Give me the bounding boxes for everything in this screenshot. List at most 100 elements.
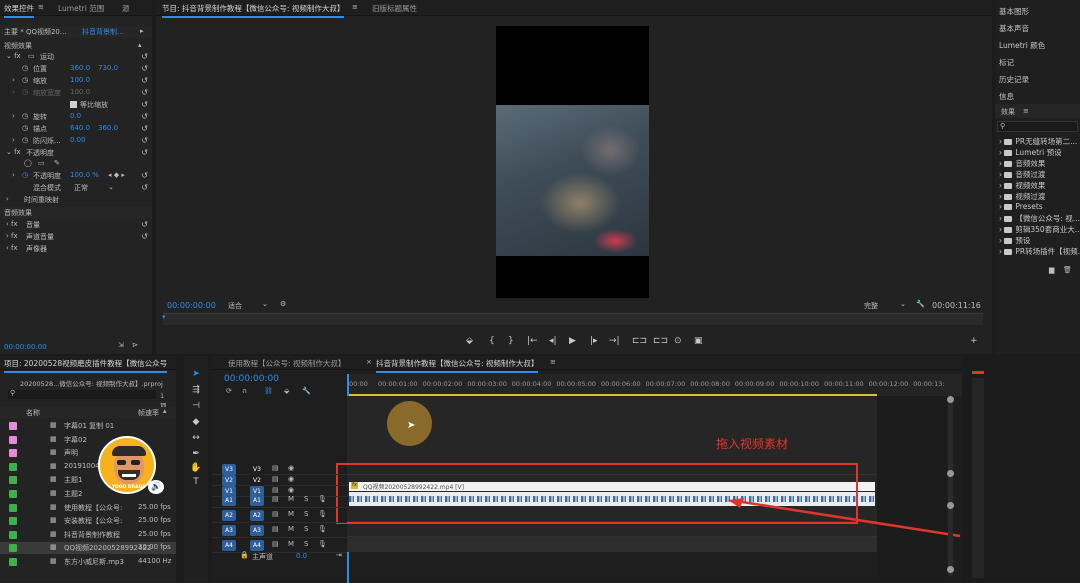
tab-sequence-douyin[interactable]: 抖音背景制作教程【微信公众号: 视频制作大叔】 [376,358,539,373]
pen-tool-icon[interactable]: ✒ [190,448,202,460]
step-back-icon[interactable]: ◂| [549,336,557,346]
menu-lumetri-color[interactable]: Lumetri 颜色 [999,40,1045,51]
project-search-input[interactable]: ⚲ [8,389,156,399]
microphone-icon[interactable]: 🎙 [318,540,327,548]
tab-source[interactable]: 源 [122,3,130,14]
menu-essential-sound[interactable]: 基本声音 [999,23,1029,34]
track-target[interactable]: V3 [250,464,264,475]
effects-item[interactable]: › Lumetri 预设 [999,147,1062,158]
linked-selection-icon[interactable]: ∩ [242,387,247,395]
column-fps[interactable]: 帧速率 [138,408,159,418]
solo-button[interactable]: S [304,540,308,548]
add-button-icon[interactable]: + [970,336,978,346]
opacity-row[interactable]: › ◷ 不透明度 100.0 % ◂ ◆ ▸ ↺ [0,170,152,182]
tab-legacy-title[interactable]: 旧版标题属性 [372,3,417,14]
effects-item[interactable]: › 视频过渡 [999,191,1045,202]
label-color-swatch[interactable] [9,435,17,444]
type-tool-icon[interactable]: T [190,476,202,488]
program-scrubber[interactable] [163,313,983,325]
fit-dropdown[interactable]: 适合 [228,301,242,311]
effects-item[interactable]: › 【微信公众号: 视... [999,213,1080,224]
column-name[interactable]: 名称 [26,408,40,418]
new-bin-icon[interactable]: ▆ [1049,266,1054,274]
effect-controls-timecode[interactable]: 00:00:00:00 [4,343,47,351]
list-item[interactable]: ▦ 东方小威尼斯.mp3 44100 Hz [0,556,176,568]
microphone-icon[interactable]: 🎙 [318,525,327,533]
selection-tool-icon[interactable]: ➤ [190,368,202,380]
effects-item[interactable]: › 音频过渡 [999,169,1045,180]
playhead-icon[interactable]: ▾ [162,313,166,321]
close-icon[interactable]: × [366,358,372,366]
microphone-icon[interactable]: 🎙 [318,495,327,503]
pen-mask-icon[interactable]: ✎ [54,159,60,167]
audio-track-header[interactable]: A4 A4 ▤ M S 🎙 [212,538,347,553]
anchor-row[interactable]: ◷ 锚点 640.0 360.0 ↺ [0,123,152,135]
tab-project[interactable]: 项目: 20200528视频磨皮插件教程【微信公众号 [4,358,168,373]
label-color-swatch[interactable] [9,490,17,498]
position-row[interactable]: ◷ 位置 360.0 730.0 ↺ [0,63,152,75]
ripple-edit-tool-icon[interactable]: ⊣ [190,400,202,412]
effects-item[interactable]: › 音频效果 [999,158,1045,169]
snap-icon[interactable]: ⟳ [226,387,232,395]
toggle-output-icon[interactable]: ▤ [272,475,279,483]
up-arrow-icon[interactable]: ▴ [138,41,142,49]
label-color-swatch[interactable] [9,530,17,539]
effects-item[interactable]: › 预设 [999,235,1030,246]
effects-item[interactable]: › PR转场插件【视频... [999,246,1080,257]
eye-icon[interactable]: ◉ [288,475,294,483]
source-patch[interactable]: A3 [222,525,236,536]
track-select-tool-icon[interactable]: ⇶ [190,384,202,396]
rect-mask-icon[interactable]: ▭ [38,159,45,167]
volume-row[interactable]: › fx 音量 ↺ [0,219,152,231]
effects-search-input[interactable]: ⚲ [997,121,1078,132]
effects-item[interactable]: › PR无缝转场第二... [999,136,1077,147]
link-icon[interactable]: ⛓ [264,387,273,395]
uniform-scale-row[interactable]: 等比缩放 ↺ [0,99,152,111]
menu-info[interactable]: 信息 [999,91,1014,102]
track-target[interactable]: V2 [250,475,264,486]
menu-essential-graphics[interactable]: 基本图形 [999,6,1029,17]
scroll-knob[interactable] [947,470,954,477]
source-patch[interactable]: A1 [222,495,236,506]
panner-row[interactable]: › fx 声像器 [0,243,152,255]
chevron-down-icon[interactable]: ⌄ [262,300,268,308]
timeline-timecode[interactable]: 00:00:00:00 [224,374,279,384]
source-patch[interactable]: V2 [222,475,236,486]
effects-title[interactable]: 效果 [1001,107,1015,117]
video-frame[interactable] [496,26,649,298]
hand-tool-icon[interactable]: ✋ [190,462,202,474]
rotation-row[interactable]: › ◷ 旋转 0.0 ↺ [0,111,152,123]
label-color-swatch[interactable] [9,462,17,471]
list-item[interactable]: ▦ 使用教程【公众号: 25.00 fps [0,502,176,514]
mute-button[interactable]: M [288,510,294,518]
vertical-scroll-handle[interactable] [948,396,953,576]
go-to-end-icon[interactable]: ⇥ [336,551,342,559]
chevron-down-icon[interactable]: ⌄ [900,300,906,308]
blend-mode-row[interactable]: 混合模式 正常 ⌄ ↺ [0,182,152,194]
track-target[interactable]: A3 [250,525,264,536]
label-color-swatch[interactable] [9,503,17,512]
video-track-header[interactable]: V2 V2 ▤ ◉ [212,475,347,486]
scale-row[interactable]: › ◷ 缩放 100.0 ↺ [0,75,152,87]
extract-icon[interactable]: ⊏⊐ [653,336,668,346]
filter-icon[interactable]: ⊳ [132,341,138,349]
label-color-swatch[interactable] [9,558,17,566]
quality-dropdown[interactable]: 完整 [864,301,878,311]
list-item[interactable]: ▦ QQ视频20200528992422 30.00 fps [0,542,176,555]
label-color-swatch[interactable] [9,544,17,553]
mute-icon[interactable]: ▤ [272,525,279,533]
list-item[interactable]: ▦ 字幕01 复制 01 [0,420,176,432]
settings-icon[interactable]: ⚙ [280,300,286,308]
add-marker-icon[interactable]: ⬙ [466,336,473,346]
go-to-out-icon[interactable]: →| [609,336,620,346]
source-patch[interactable]: A2 [222,510,236,521]
tab-effect-controls[interactable]: 效果控件 [4,3,34,18]
lift-icon[interactable]: ⊏⊐ [632,336,647,346]
effects-item[interactable]: › Presets [999,202,1043,211]
track-target[interactable]: A1 [250,495,264,506]
wrench-icon[interactable]: 🔧 [916,300,925,308]
mute-button[interactable]: M [288,495,294,503]
camera-icon[interactable]: ⊙ [674,336,682,346]
solo-button[interactable]: S [304,510,308,518]
menu-icon[interactable]: ≡ [1023,107,1029,115]
